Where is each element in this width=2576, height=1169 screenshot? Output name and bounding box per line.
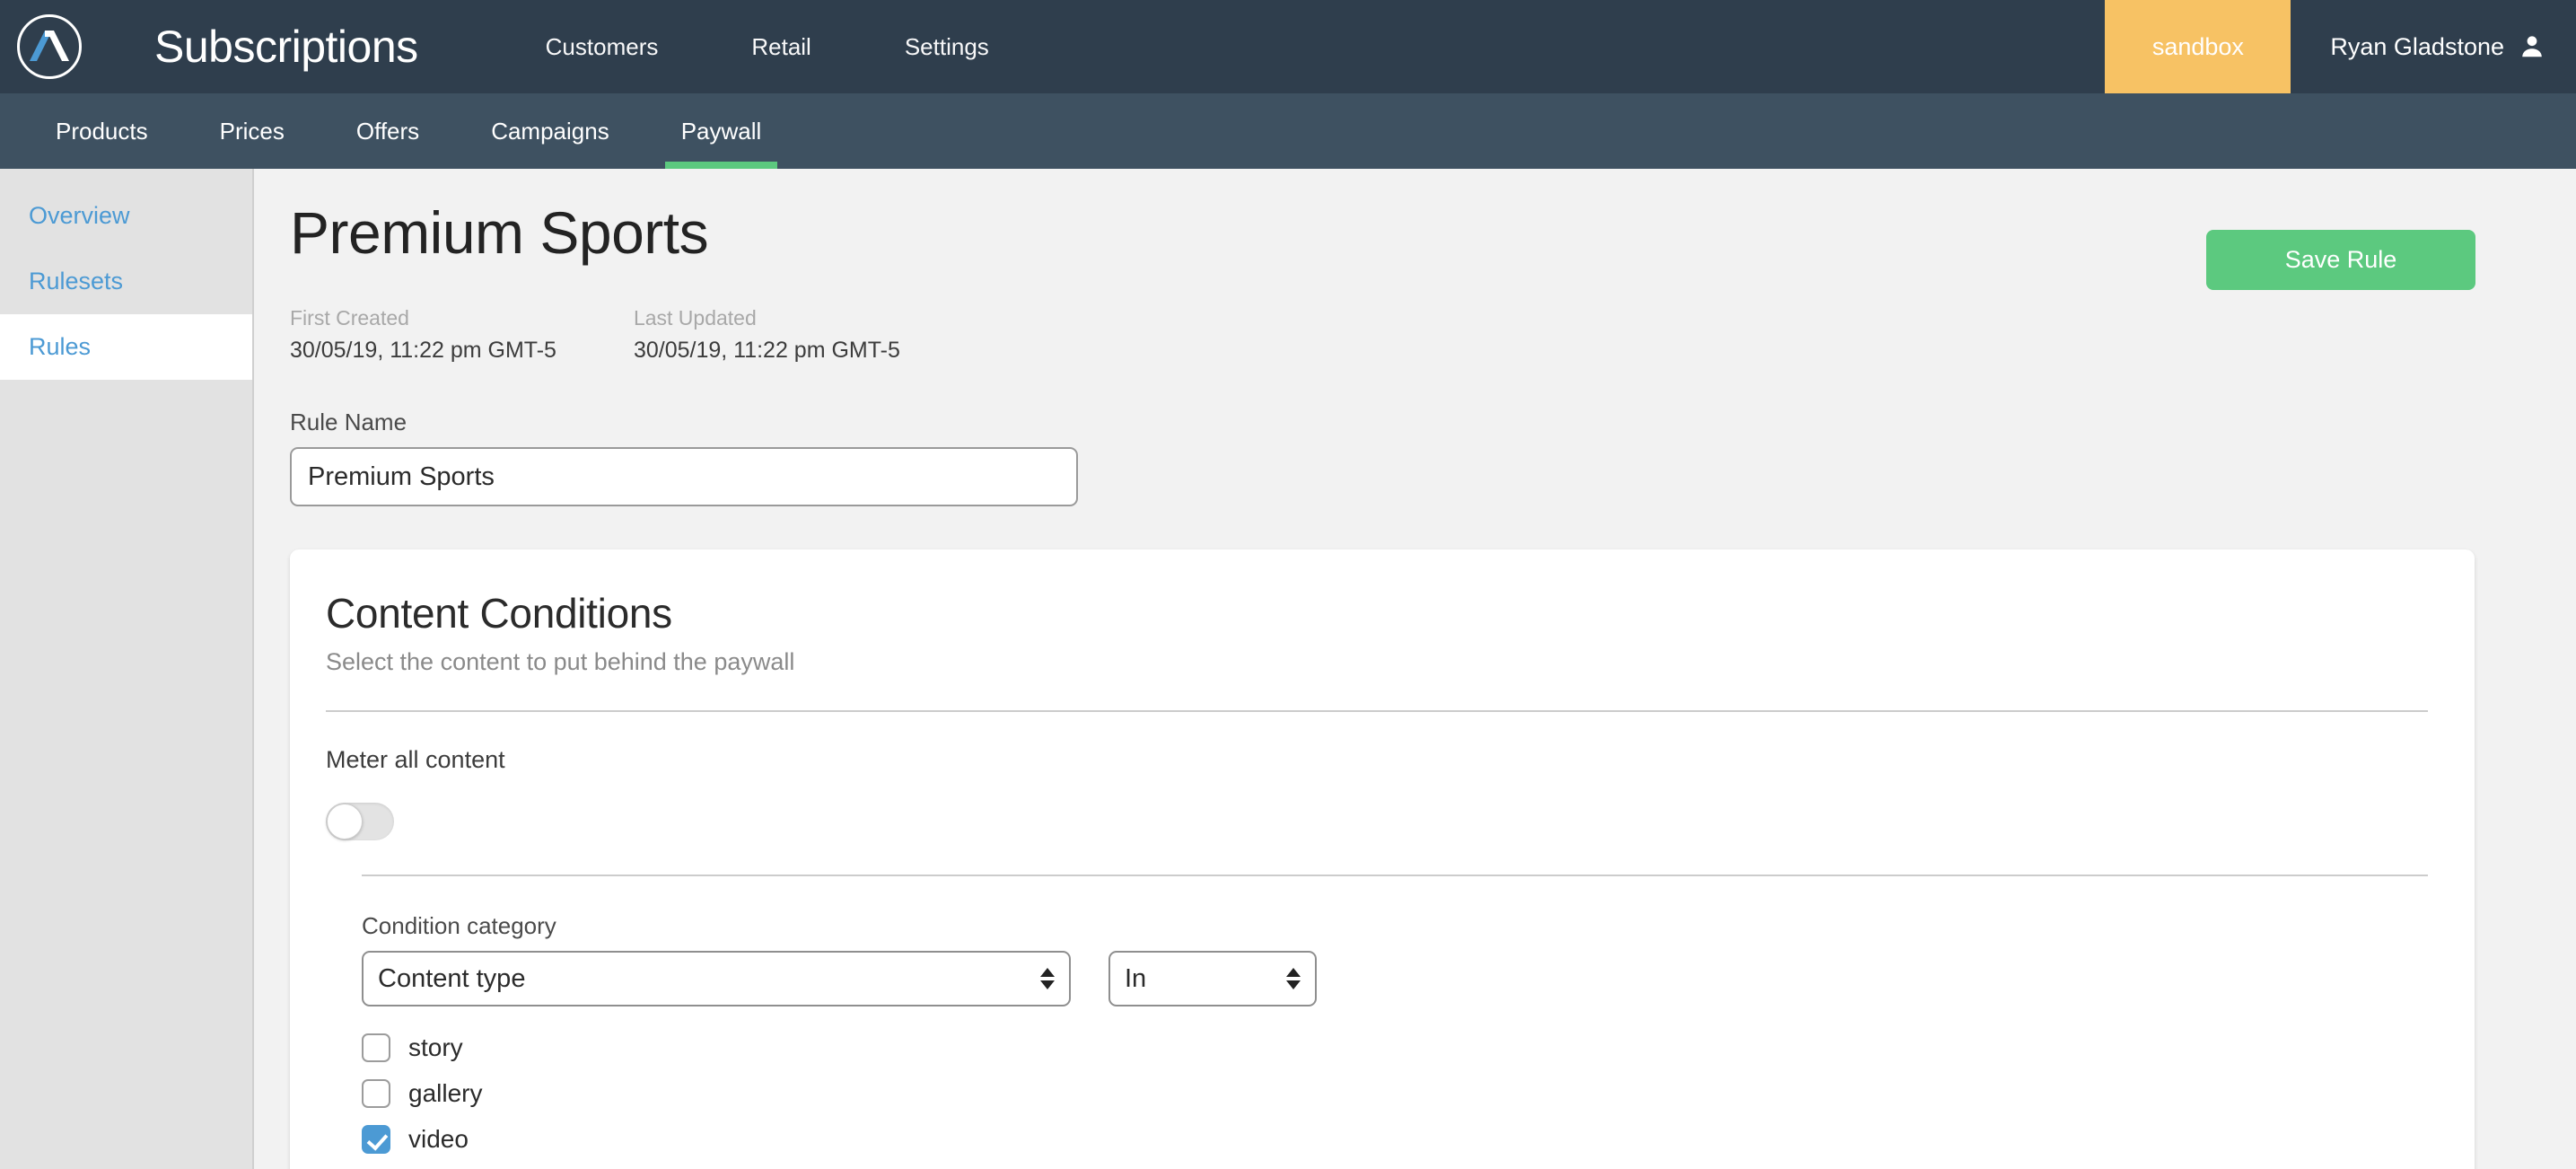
rule-name-label: Rule Name <box>290 409 407 435</box>
meta-first-created: First Created 30/05/19, 11:22 pm GMT-5 <box>290 303 556 367</box>
environment-badge[interactable]: sandbox <box>2105 0 2291 93</box>
checkbox-story[interactable] <box>362 1033 390 1062</box>
nav-item-retail[interactable]: Retail <box>705 33 857 61</box>
condition-operator-value: In <box>1125 963 1147 993</box>
meta-value-first-created: 30/05/19, 11:22 pm GMT-5 <box>290 337 556 363</box>
meta-value-last-updated: 30/05/19, 11:22 pm GMT-5 <box>633 337 900 363</box>
subnav-item-offers[interactable]: Offers <box>320 93 455 169</box>
subnav-item-prices[interactable]: Prices <box>184 93 320 169</box>
content-type-checkbox-list: story gallery video <box>362 1033 2428 1154</box>
aptitude-a-logo-icon <box>17 14 82 79</box>
primary-nav: Customers Retail Settings <box>499 0 1036 93</box>
checkbox-row-story[interactable]: story <box>362 1033 2428 1062</box>
save-rule-button[interactable]: Save Rule <box>2206 230 2475 290</box>
page-body: Overview Rulesets Rules Premium Sports S… <box>0 169 2576 1169</box>
user-name-label: Ryan Gladstone <box>2330 32 2504 60</box>
meter-all-content-label: Meter all content <box>326 746 505 773</box>
page-title: Premium Sports <box>290 199 709 266</box>
sidebar-item-rules[interactable]: Rules <box>0 314 252 380</box>
condition-selects-row: Content type In <box>362 951 2428 1006</box>
condition-category-label: Condition category <box>362 912 556 939</box>
main-content: Premium Sports Save Rule First Created 3… <box>254 169 2576 1169</box>
person-icon <box>2519 33 2545 60</box>
meta-last-updated: Last Updated 30/05/19, 11:22 pm GMT-5 <box>634 303 900 367</box>
subnav-item-products[interactable]: Products <box>20 93 184 169</box>
page-header: Premium Sports Save Rule <box>290 199 2475 290</box>
card-divider-top <box>326 710 2428 712</box>
content-conditions-title: Content Conditions <box>326 590 672 637</box>
chevron-updown-icon <box>1286 968 1301 989</box>
checkbox-label-video: video <box>408 1125 469 1153</box>
sidebar-item-rulesets[interactable]: Rulesets <box>0 249 252 314</box>
sidebar: Overview Rulesets Rules <box>0 169 254 1169</box>
content-conditions-card: Content Conditions Select the content to… <box>290 549 2475 1169</box>
checkbox-row-video[interactable]: video <box>362 1125 2428 1154</box>
metadata-row: First Created 30/05/19, 11:22 pm GMT-5 L… <box>290 303 2475 367</box>
secondary-nav: Products Prices Offers Campaigns Paywall <box>0 93 2576 169</box>
user-menu[interactable]: Ryan Gladstone <box>2291 0 2576 93</box>
subnav-item-campaigns[interactable]: Campaigns <box>455 93 645 169</box>
checkbox-video[interactable] <box>362 1125 390 1154</box>
nav-item-customers[interactable]: Customers <box>499 33 705 61</box>
condition-operator-select[interactable]: In <box>1108 951 1317 1006</box>
subnav-item-paywall[interactable]: Paywall <box>645 93 798 169</box>
condition-block: Condition category Content type In story… <box>326 912 2428 1154</box>
toggle-knob <box>327 804 363 839</box>
rule-name-field-block: Rule Name <box>290 409 2475 506</box>
card-divider-middle <box>362 875 2428 876</box>
checkbox-gallery[interactable] <box>362 1079 390 1108</box>
logo-link[interactable] <box>0 0 99 93</box>
meta-label-last-updated: Last Updated <box>633 306 757 330</box>
meter-all-content-toggle[interactable] <box>326 803 394 840</box>
sidebar-item-overview[interactable]: Overview <box>0 183 252 249</box>
chevron-updown-icon <box>1040 968 1055 989</box>
content-conditions-subtitle: Select the content to put behind the pay… <box>326 648 795 675</box>
checkbox-row-gallery[interactable]: gallery <box>362 1079 2428 1108</box>
checkbox-label-gallery: gallery <box>408 1079 483 1107</box>
header-right-cluster: sandbox Ryan Gladstone <box>2105 0 2576 93</box>
brand-title: Subscriptions <box>154 22 418 72</box>
nav-item-settings[interactable]: Settings <box>858 33 1036 61</box>
condition-category-value: Content type <box>378 963 526 993</box>
checkbox-label-story: story <box>408 1033 463 1061</box>
top-header-bar: Subscriptions Customers Retail Settings … <box>0 0 2576 93</box>
rule-name-input[interactable] <box>290 447 1078 506</box>
meta-label-first-created: First Created <box>290 306 409 330</box>
condition-category-select[interactable]: Content type <box>362 951 1071 1006</box>
